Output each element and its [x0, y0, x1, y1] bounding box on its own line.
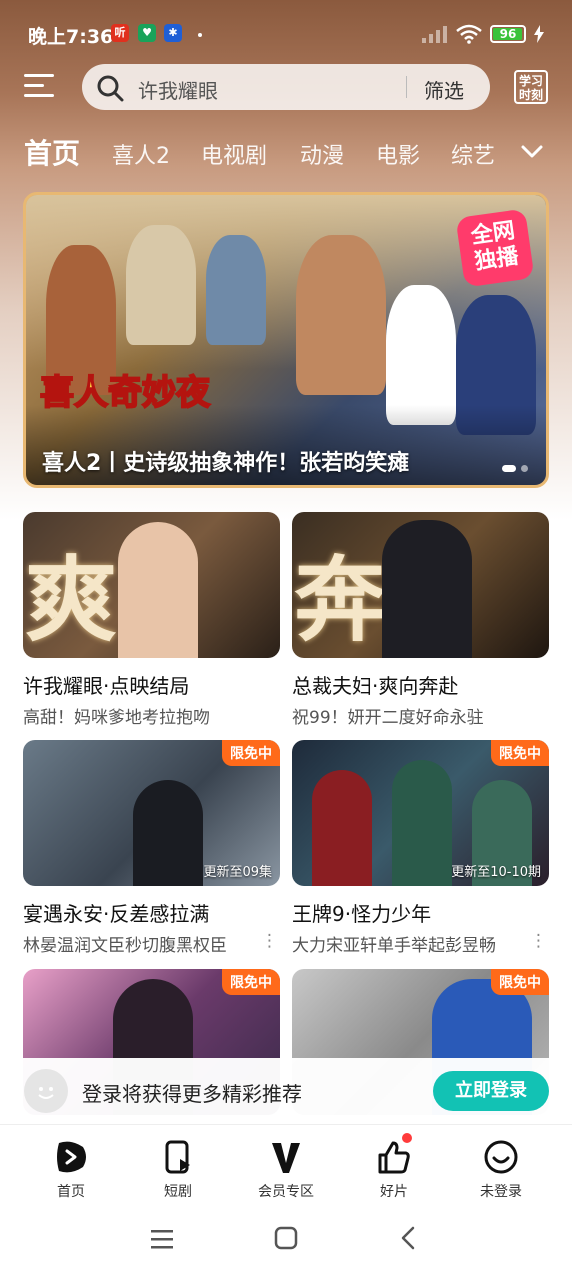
vip-v-icon [272, 1143, 300, 1173]
thumbnail-figure [392, 760, 452, 886]
video-subtitle-text: 大力宋亚轩单手举起彭昱畅 [292, 936, 496, 956]
notification-dot-icon [198, 33, 202, 37]
show-logo: 喜人奇妙夜 [39, 372, 211, 414]
video-subtitle-text: 林晏温润文臣秒切腹黑权臣 [23, 936, 227, 956]
hero-banner[interactable]: 喜人奇妙夜 全网 独播 喜人2丨史诗级抽象神作！张若昀笑瘫 [23, 192, 549, 488]
video-title: 许我耀眼·点映结局 [23, 674, 190, 698]
tab-home[interactable]: 首页 [24, 132, 80, 172]
charging-icon [534, 25, 544, 43]
nav-short-drama[interactable]: 短剧 [138, 1139, 218, 1201]
banner-caption: 喜人2丨史诗级抽象神作！张若昀笑瘫 [42, 451, 410, 476]
nav-label: 会员专区 [258, 1184, 314, 1200]
login-prompt-text: 登录将获得更多精彩推荐 [82, 1082, 302, 1106]
search-placeholder: 许我耀眼 [138, 79, 218, 103]
thumbnail-figure [312, 770, 372, 886]
search-icon [97, 75, 124, 102]
video-thumbnail: 限免中 更新至10-10期 [292, 740, 549, 886]
free-badge: 限免中 [222, 969, 280, 995]
thumbnail-figure [382, 520, 472, 658]
banner-figure [296, 235, 386, 395]
system-navigation-bar [0, 1206, 572, 1272]
recent-apps-icon[interactable] [150, 1228, 174, 1250]
video-title: 宴遇永安·反差感拉满 [23, 902, 210, 926]
search-divider [406, 76, 407, 98]
login-prompt-bar: 登录将获得更多精彩推荐 立即登录 [0, 1058, 572, 1122]
nav-label: 好片 [380, 1184, 408, 1200]
tab-movie[interactable]: 电影 [376, 138, 420, 170]
video-card[interactable]: 限免中 更新至10-10期 王牌9·怪力少年 大力宋亚轩单手举起彭昱畅 ⋮ [292, 740, 549, 956]
nav-label: 未登录 [480, 1184, 522, 1200]
more-options-icon[interactable]: ⋮ [261, 931, 280, 956]
free-badge: 限免中 [222, 740, 280, 766]
signal-icon [422, 26, 447, 43]
more-options-icon[interactable]: ⋮ [530, 931, 549, 956]
video-subtitle: 高甜！妈咪爹地考拉抱吻 [23, 703, 280, 728]
bottom-navigation: 首页 短剧 会员专区 好片 未登录 [0, 1124, 572, 1206]
battery-icon: 96 [490, 25, 526, 43]
video-subtitle-text: 祝99！妍开二度好命永驻 [292, 708, 484, 728]
nav-profile[interactable]: 未登录 [461, 1139, 541, 1201]
video-title: 总裁夫妇·爽向奔赴 [292, 674, 459, 698]
banner-figure [126, 225, 196, 345]
video-card[interactable]: 奔赴 总裁夫妇·爽向奔赴 祝99！妍开二度好命永驻 [292, 512, 549, 728]
nav-good-films[interactable]: 好片 [354, 1133, 434, 1201]
episode-count: 更新至09集 [203, 865, 272, 880]
carousel-indicator [502, 465, 528, 472]
thumbnail-figure [133, 780, 203, 886]
tab-variety[interactable]: 综艺 [451, 138, 495, 170]
battery-level: 96 [499, 27, 517, 41]
category-tabs: 首页 喜人2 电视剧 动漫 电影 综艺 [24, 132, 548, 172]
wifi-icon [456, 24, 482, 44]
snow-app-icon: ✱ [164, 24, 182, 42]
video-card[interactable]: 限免中 更新至09集 宴遇永安·反差感拉满 林晏温润文臣秒切腹黑权臣 ⋮ [23, 740, 280, 956]
video-subtitle: 祝99！妍开二度好命永驻 [292, 703, 549, 728]
home-button-icon[interactable] [274, 1226, 298, 1250]
shield-app-icon: ♥ [138, 24, 156, 42]
free-badge: 限免中 [491, 740, 549, 766]
study-label-bottom: 时刻 [518, 88, 543, 102]
video-card[interactable]: 爽向 许我耀眼·点映结局 高甜！妈咪爹地考拉抱吻 [23, 512, 280, 728]
thumbnail-figure [118, 522, 198, 658]
thumbs-up-icon [378, 1141, 410, 1174]
banner-figure [206, 235, 266, 345]
user-smile-icon [484, 1140, 518, 1174]
login-button[interactable]: 立即登录 [433, 1071, 549, 1111]
study-label-top: 学习 [518, 74, 543, 88]
back-icon[interactable] [400, 1226, 416, 1250]
menu-icon[interactable] [24, 72, 56, 98]
notification-badge [402, 1133, 412, 1143]
video-title: 王牌9·怪力少年 [292, 902, 432, 926]
smile-face-icon [38, 1087, 54, 1099]
filter-button[interactable]: 筛选 [424, 75, 464, 104]
tab-tv-series[interactable]: 电视剧 [201, 138, 267, 170]
episode-count: 更新至10-10期 [451, 865, 541, 880]
free-badge: 限免中 [491, 969, 549, 995]
search-bar[interactable]: 许我耀眼 筛选 [82, 64, 490, 110]
nav-label: 短剧 [164, 1184, 192, 1200]
nav-home[interactable]: 首页 [31, 1139, 111, 1201]
video-thumbnail: 奔赴 [292, 512, 549, 658]
tab-xiren2[interactable]: 喜人2 [112, 138, 170, 170]
guest-avatar [24, 1069, 68, 1113]
nav-vip[interactable]: 会员专区 [246, 1139, 326, 1201]
listen-app-icon: 听 [111, 24, 129, 42]
video-thumbnail: 爽向 [23, 512, 280, 658]
short-drama-icon [165, 1140, 190, 1174]
status-time: 晚上7:36 [28, 26, 114, 48]
nav-label: 首页 [57, 1184, 85, 1200]
banner-figure [386, 285, 456, 425]
video-thumbnail: 限免中 更新至09集 [23, 740, 280, 886]
video-subtitle: 林晏温润文臣秒切腹黑权臣 ⋮ [23, 931, 280, 956]
study-moment-button[interactable]: 学习 时刻 [514, 70, 548, 104]
tab-anime[interactable]: 动漫 [300, 138, 344, 170]
chevron-down-icon[interactable] [520, 140, 544, 164]
exclusive-badge: 全网 独播 [455, 208, 535, 288]
status-bar: 晚上7:36 听 ♥ ✱ 96 [0, 0, 572, 66]
video-subtitle-text: 高甜！妈咪爹地考拉抱吻 [23, 708, 210, 728]
home-play-icon [57, 1141, 86, 1173]
video-subtitle: 大力宋亚轩单手举起彭昱畅 ⋮ [292, 931, 549, 956]
